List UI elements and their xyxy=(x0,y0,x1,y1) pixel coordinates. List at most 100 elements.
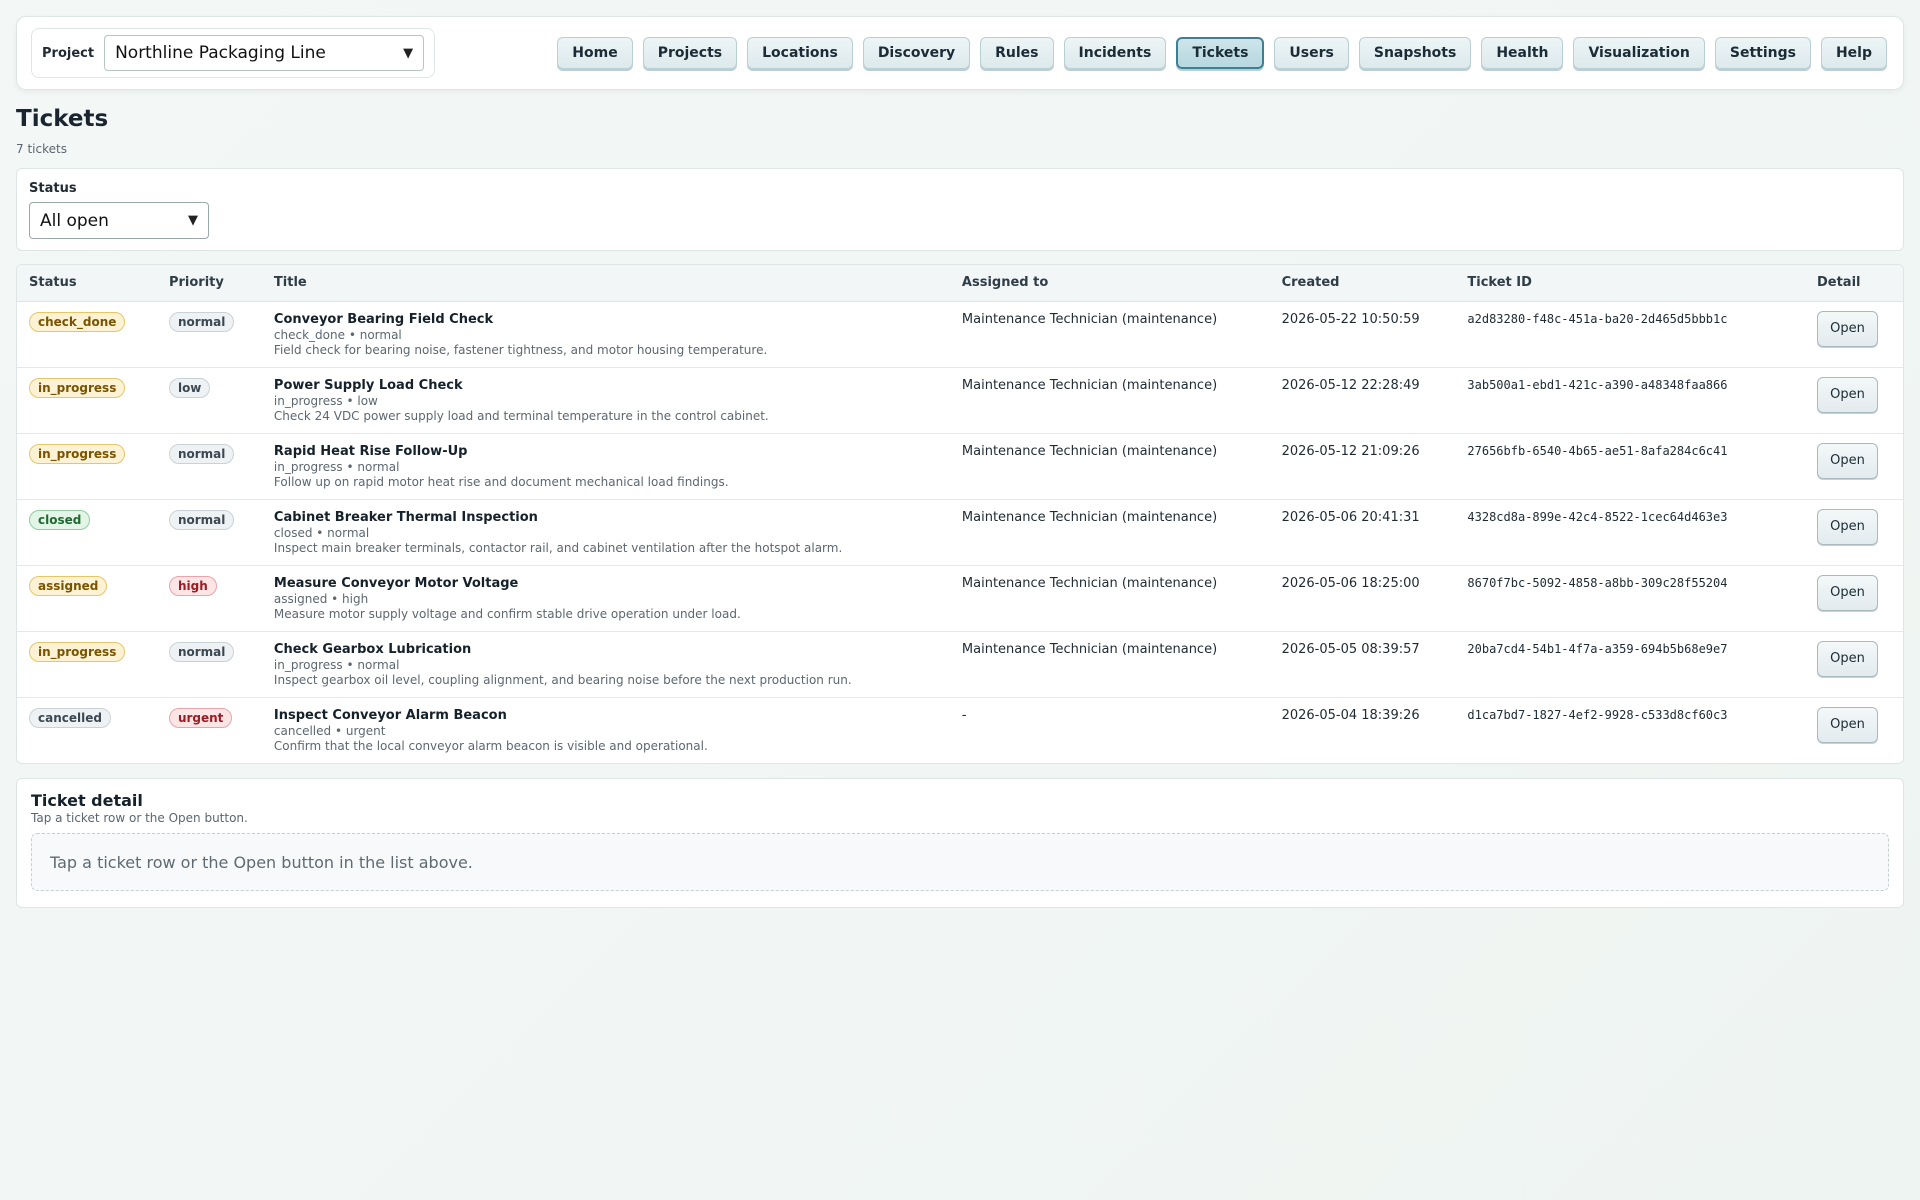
nav-locations-button[interactable]: Locations xyxy=(747,37,853,69)
col-header-status[interactable]: Status xyxy=(17,265,157,302)
col-header-created[interactable]: Created xyxy=(1269,265,1456,302)
col-header-title[interactable]: Title xyxy=(261,265,950,302)
title-cell: Power Supply Load Check in_progress • low… xyxy=(262,367,950,433)
status-badge: in_progress xyxy=(29,443,126,464)
nav-projects-button[interactable]: Projects xyxy=(642,37,738,69)
assigned-cell: Maintenance Technician (maintenance) xyxy=(961,377,1218,393)
ticket-id-cell: 8670f7bc-5092-4858-a8bb-309c28f55204 xyxy=(1467,575,1728,590)
ticket-count: 7 tickets xyxy=(16,142,67,156)
ticket-title: Check Gearbox Lubrication xyxy=(273,641,472,657)
ticket-meta: in_progress • low xyxy=(273,393,378,408)
chevron-down-icon: ▼ xyxy=(188,213,198,228)
nav-home-button[interactable]: Home xyxy=(557,37,633,69)
priority-cell: low xyxy=(157,367,262,433)
main-nav: Home Projects Locations Discovery Rules Incid… xyxy=(557,37,1889,69)
created-cell: 2026-05-12 22:28:49 xyxy=(1281,377,1420,393)
open-ticket-button[interactable]: Open xyxy=(1816,310,1878,347)
status-cell: in_progress xyxy=(17,367,157,433)
ticket-description: Follow up on rapid motor heat rise and d… xyxy=(273,474,729,489)
open-ticket-button[interactable]: Open xyxy=(1816,376,1878,413)
table-row[interactable]: assigned high Measure Conveyor Motor Volta… xyxy=(17,565,1903,631)
table-row[interactable]: in_progress low Power Supply Load Check in_… xyxy=(17,367,1903,433)
col-header-ticket-id[interactable]: Ticket ID xyxy=(1455,265,1805,302)
open-ticket-button[interactable]: Open xyxy=(1816,706,1878,743)
ticket-title: Rapid Heat Rise Follow-Up xyxy=(273,443,468,459)
open-ticket-button[interactable]: Open xyxy=(1816,442,1878,479)
priority-badge: normal xyxy=(168,509,235,530)
title-cell: Inspect Conveyor Alarm Beacon cancelled •… xyxy=(262,697,950,763)
ticket-title: Cabinet Breaker Thermal Inspection xyxy=(273,509,538,525)
created-cell: 2026-05-04 18:39:26 xyxy=(1281,707,1420,723)
filter-panel: Status All open ▼ xyxy=(16,168,1904,251)
table-row[interactable]: closed normal Cabinet Breaker Thermal Insp… xyxy=(17,499,1903,565)
status-badge: closed xyxy=(29,509,91,530)
project-label: Project xyxy=(42,45,95,61)
ticket-description: Confirm that the local conveyor alarm be… xyxy=(273,738,708,753)
status-cell: check_done xyxy=(17,301,157,367)
status-filter-select[interactable]: All open ▼ xyxy=(29,202,209,239)
priority-badge: normal xyxy=(168,311,235,332)
ticket-id-cell: 20ba7cd4-54b1-4f7a-a359-694b5b68e9e7 xyxy=(1467,641,1728,656)
ticket-description: Check 24 VDC power supply load and termi… xyxy=(273,408,769,423)
ticket-description: Measure motor supply voltage and confirm… xyxy=(273,606,741,621)
created-cell: 2026-05-06 18:25:00 xyxy=(1281,575,1420,591)
nav-snapshots-button[interactable]: Snapshots xyxy=(1358,37,1472,69)
nav-visualization-button[interactable]: Visualization xyxy=(1573,37,1705,69)
assigned-cell: Maintenance Technician (maintenance) xyxy=(961,509,1218,525)
priority-cell: urgent xyxy=(157,697,262,763)
detail-cell: Open xyxy=(1805,499,1903,565)
priority-badge: normal xyxy=(168,443,235,464)
detail-subtitle: Tap a ticket row or the Open button. xyxy=(31,811,248,825)
table-row[interactable]: check_done normal Conveyor Bearing Field C… xyxy=(17,301,1903,367)
nav-tickets-button[interactable]: Tickets xyxy=(1176,37,1265,69)
col-header-assigned[interactable]: Assigned to xyxy=(949,265,1270,302)
ticket-title: Power Supply Load Check xyxy=(273,377,463,393)
detail-cell: Open xyxy=(1805,565,1903,631)
tickets-table-card: Status Priority Title Assigned to Create… xyxy=(16,264,1904,764)
priority-cell: normal xyxy=(157,499,262,565)
col-header-detail: Detail xyxy=(1804,265,1903,302)
nav-users-button[interactable]: Users xyxy=(1274,37,1349,69)
status-badge: cancelled xyxy=(29,707,111,728)
ticket-meta: assigned • high xyxy=(273,591,369,606)
nav-incidents-button[interactable]: Incidents xyxy=(1063,37,1167,69)
priority-badge: high xyxy=(168,575,217,596)
table-row[interactable]: cancelled urgent Inspect Conveyor Alarm Be… xyxy=(17,697,1903,763)
col-header-priority[interactable]: Priority xyxy=(156,265,262,302)
ticket-id-cell: 3ab500a1-ebd1-421c-a390-a48348faa866 xyxy=(1467,377,1728,392)
nav-discovery-button[interactable]: Discovery xyxy=(862,37,971,69)
status-cell: in_progress xyxy=(17,433,157,499)
nav-settings-button[interactable]: Settings xyxy=(1714,37,1811,69)
created-cell: 2026-05-22 10:50:59 xyxy=(1281,311,1420,327)
ticket-description: Inspect gearbox oil level, coupling alig… xyxy=(273,672,852,687)
created-cell: 2026-05-05 08:39:57 xyxy=(1281,641,1420,657)
ticket-id-cell: 4328cd8a-899e-42c4-8522-1cec64d463e3 xyxy=(1467,509,1728,524)
ticket-description: Field check for bearing noise, fastener … xyxy=(273,342,768,357)
nav-health-button[interactable]: Health xyxy=(1481,37,1564,69)
nav-rules-button[interactable]: Rules xyxy=(980,37,1054,69)
table-row[interactable]: in_progress normal Check Gearbox Lubricati… xyxy=(17,631,1903,697)
open-ticket-button[interactable]: Open xyxy=(1816,508,1878,545)
ticket-meta: cancelled • urgent xyxy=(273,723,386,738)
table-row[interactable]: in_progress normal Rapid Heat Rise Follow-… xyxy=(17,433,1903,499)
status-badge: check_done xyxy=(29,311,126,332)
ticket-meta: in_progress • normal xyxy=(273,459,400,474)
nav-help-button[interactable]: Help xyxy=(1820,37,1887,69)
ticket-id-cell: a2d83280-f48c-451a-ba20-2d465d5bbb1c xyxy=(1467,311,1728,326)
priority-badge: normal xyxy=(168,641,235,662)
ticket-meta: in_progress • normal xyxy=(273,657,400,672)
detail-cell: Open xyxy=(1805,433,1903,499)
ticket-description: Inspect main breaker terminals, contacto… xyxy=(273,540,843,555)
detail-cell: Open xyxy=(1805,301,1903,367)
detail-title: Ticket detail xyxy=(31,791,143,810)
status-cell: in_progress xyxy=(17,631,157,697)
chevron-down-icon: ▼ xyxy=(403,45,414,61)
open-ticket-button[interactable]: Open xyxy=(1816,574,1878,611)
open-ticket-button[interactable]: Open xyxy=(1816,640,1878,677)
ticket-id-cell: 27656bfb-6540-4b65-ae51-8afa284c6c41 xyxy=(1467,443,1728,458)
ticket-meta: closed • normal xyxy=(273,525,370,540)
assigned-cell: Maintenance Technician (maintenance) xyxy=(961,641,1218,657)
project-select[interactable]: Northline Packaging Line ▼ xyxy=(104,35,425,71)
ticket-title: Inspect Conveyor Alarm Beacon xyxy=(273,707,507,723)
title-cell: Check Gearbox Lubrication in_progress • n… xyxy=(262,631,950,697)
